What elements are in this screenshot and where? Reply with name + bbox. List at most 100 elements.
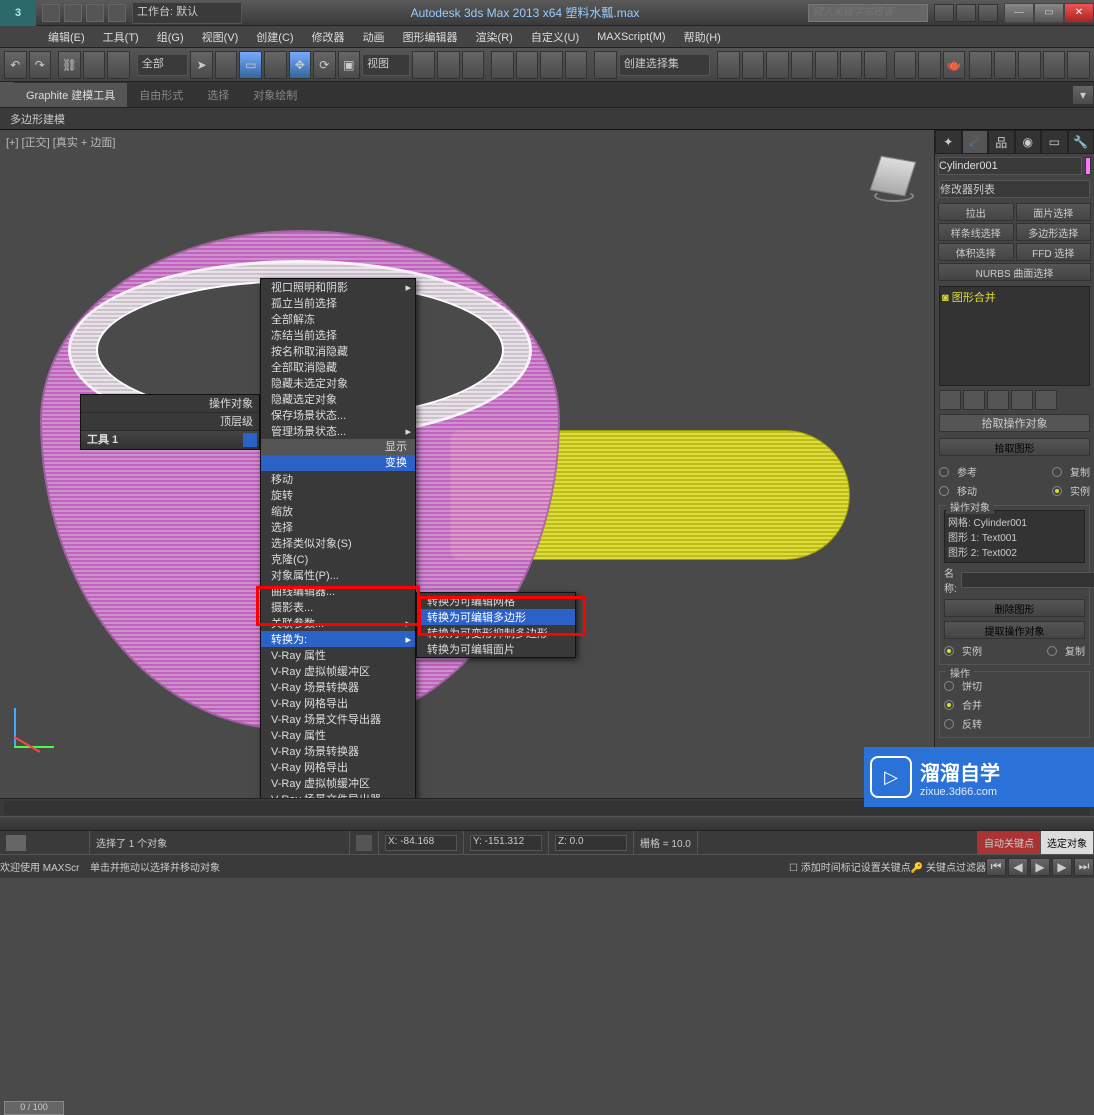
pivot-icon[interactable] bbox=[412, 51, 435, 79]
nav-next-icon[interactable]: ▶ bbox=[1052, 858, 1072, 876]
select-name-icon[interactable] bbox=[215, 51, 238, 79]
menu-customize[interactable]: 自定义(U) bbox=[523, 27, 587, 47]
ctx1-item-manage-state[interactable]: 管理场景状态... bbox=[261, 423, 415, 439]
qat-link-icon[interactable] bbox=[108, 4, 126, 22]
ribbon-tab-freeform[interactable]: 自由形式 bbox=[127, 83, 195, 107]
ctx2-item-rotate[interactable]: 旋转 bbox=[261, 487, 415, 503]
extra2-icon[interactable] bbox=[994, 51, 1017, 79]
ctx2-item-select[interactable]: 选择 bbox=[261, 519, 415, 535]
pick-shape-button[interactable]: 拾取图形 bbox=[939, 438, 1090, 456]
ctx2-item-properties[interactable]: 对象属性(P)... bbox=[261, 567, 415, 583]
ctx2-item-vray-scene-export[interactable]: V-Ray 场景文件导出器 bbox=[261, 711, 415, 727]
extract-button[interactable]: 提取操作对象 bbox=[944, 621, 1085, 639]
ctx2-item-vray-mesh-export[interactable]: V-Ray 网格导出 bbox=[261, 695, 415, 711]
operand-2[interactable]: 图形 2: Text002 bbox=[948, 544, 1081, 559]
material-editor-icon[interactable] bbox=[864, 51, 887, 79]
minimize-button[interactable]: — bbox=[1004, 3, 1034, 23]
timetag-icon[interactable]: ☐ bbox=[789, 863, 798, 874]
nav-prev-icon[interactable]: ◀ bbox=[1008, 858, 1028, 876]
extract-copy[interactable]: 复制 bbox=[1065, 643, 1085, 658]
modifier-stack[interactable]: ◙ 图形合并 bbox=[939, 286, 1090, 386]
move-icon[interactable]: ✥ bbox=[289, 51, 312, 79]
help-icon[interactable] bbox=[978, 4, 998, 22]
op-invert[interactable]: 反转 bbox=[962, 716, 982, 731]
btn-patch-select[interactable]: 面片选择 bbox=[1016, 203, 1092, 221]
coord-x[interactable]: X: -84.168 bbox=[385, 835, 457, 851]
ctx1-item-viewport-lighting[interactable]: 视口照明和阴影 bbox=[261, 279, 415, 295]
tab-create-icon[interactable]: ✦ bbox=[935, 130, 962, 154]
tab-hierarchy-icon[interactable]: 品 bbox=[988, 130, 1015, 154]
tab-utilities-icon[interactable]: 🔧 bbox=[1068, 130, 1094, 154]
curve-editor-icon[interactable] bbox=[815, 51, 838, 79]
keyfilter-button[interactable]: 🔑 关键点过滤器 bbox=[911, 859, 986, 874]
ribbon-tab-paint[interactable]: 对象绘制 bbox=[241, 83, 309, 107]
infocenter-icon[interactable] bbox=[934, 4, 954, 22]
menu-maxscript[interactable]: MAXScript(M) bbox=[589, 29, 673, 45]
ctx2-item-clone[interactable]: 克隆(C) bbox=[261, 551, 415, 567]
ctx1-item-freeze[interactable]: 冻结当前选择 bbox=[261, 327, 415, 343]
qat-undo-icon[interactable] bbox=[64, 4, 82, 22]
track-bar[interactable] bbox=[0, 816, 1094, 830]
ribbon-minimize-icon[interactable]: ▾ bbox=[1072, 85, 1094, 105]
configure-icon[interactable] bbox=[1035, 390, 1057, 410]
btn-spline-select[interactable]: 样条线选择 bbox=[938, 223, 1014, 241]
redo-icon[interactable]: ↷ bbox=[29, 51, 52, 79]
pctsnap-icon[interactable] bbox=[540, 51, 563, 79]
select-rect-icon[interactable]: ▭ bbox=[239, 51, 262, 79]
ctx1-item-unhide-all[interactable]: 全部取消隐藏 bbox=[261, 359, 415, 375]
delete-shape-button[interactable]: 删除图形 bbox=[944, 599, 1085, 617]
undo-icon[interactable]: ↶ bbox=[4, 51, 27, 79]
bind-icon[interactable] bbox=[107, 51, 130, 79]
menu-grapheditors[interactable]: 图形编辑器 bbox=[395, 27, 466, 47]
rollout-pick[interactable]: 拾取操作对象 bbox=[939, 414, 1090, 432]
menu-modifiers[interactable]: 修改器 bbox=[304, 27, 353, 47]
ribbon-grip-icon[interactable] bbox=[0, 82, 14, 107]
btn-nurbs-select[interactable]: NURBS 曲面选择 bbox=[938, 263, 1091, 281]
viewcube[interactable] bbox=[866, 150, 920, 204]
remove-mod-icon[interactable] bbox=[1011, 390, 1033, 410]
ctx2-item-vray-props[interactable]: V-Ray 属性 bbox=[261, 647, 415, 663]
pin-stack-icon[interactable] bbox=[939, 390, 961, 410]
ctx1-item-hide-unsel[interactable]: 隐藏未选定对象 bbox=[261, 375, 415, 391]
extract-instance[interactable]: 实例 bbox=[962, 643, 982, 658]
btn-vol-select[interactable]: 体积选择 bbox=[938, 243, 1014, 261]
ctx1-item-save-state[interactable]: 保存场景状态... bbox=[261, 407, 415, 423]
object-name-input[interactable] bbox=[938, 157, 1082, 175]
show-end-icon[interactable] bbox=[963, 390, 985, 410]
keymode-icon[interactable] bbox=[462, 51, 485, 79]
menu-tools[interactable]: 工具(T) bbox=[95, 27, 147, 47]
ctx1-item-unfreeze-all[interactable]: 全部解冻 bbox=[261, 311, 415, 327]
align-icon[interactable] bbox=[742, 51, 765, 79]
setkey-button[interactable]: 设置关键点 bbox=[861, 859, 911, 874]
selection-filter-dropdown[interactable]: 全部 bbox=[137, 54, 189, 76]
viewport[interactable]: [+] [正交] [真实 + 边面] 操作对象 顶层级 工具 1 视口照明和阴影… bbox=[0, 130, 934, 798]
snap-icon[interactable] bbox=[491, 51, 514, 79]
operand-name-input[interactable] bbox=[961, 572, 1094, 588]
ctx2-item-vray-vfb2[interactable]: V-Ray 虚拟帧缓冲区 bbox=[261, 775, 415, 791]
opt-instance[interactable]: 实例 bbox=[1070, 483, 1090, 498]
time-handle[interactable]: 0 / 100 bbox=[4, 1101, 64, 1115]
ctx2-item-vray-props2[interactable]: V-Ray 属性 bbox=[261, 727, 415, 743]
render-setup-icon[interactable] bbox=[894, 51, 917, 79]
stack-shapemerge[interactable]: ◙ 图形合并 bbox=[942, 289, 1087, 305]
render-icon[interactable]: 🫖 bbox=[943, 51, 966, 79]
extra4-icon[interactable] bbox=[1043, 51, 1066, 79]
editnamedsel-icon[interactable] bbox=[594, 51, 617, 79]
close-button[interactable]: ✕ bbox=[1064, 3, 1094, 23]
selkey-dropdown[interactable]: 选定对象 bbox=[1041, 831, 1094, 854]
app-logo[interactable]: 3 bbox=[0, 0, 36, 26]
qat-redo-icon[interactable] bbox=[86, 4, 104, 22]
render-frame-icon[interactable] bbox=[918, 51, 941, 79]
menu-rendering[interactable]: 渲染(R) bbox=[468, 27, 521, 47]
operand-0[interactable]: 网格: Cylinder001 bbox=[948, 514, 1081, 529]
opt-copy[interactable]: 复制 bbox=[1070, 464, 1090, 479]
manip-icon[interactable] bbox=[437, 51, 460, 79]
maxscript-toggle-icon[interactable] bbox=[6, 835, 26, 851]
btn-poly-select[interactable]: 多边形选择 bbox=[1016, 223, 1092, 241]
menu-group[interactable]: 组(G) bbox=[149, 27, 192, 47]
opt-move[interactable]: 移动 bbox=[957, 483, 977, 498]
ctx2-item-vray-scene-export2[interactable]: V-Ray 场景文件导出器 bbox=[261, 791, 415, 798]
operands-list[interactable]: 网格: Cylinder001 图形 1: Text001 图形 2: Text… bbox=[944, 510, 1085, 563]
ctx1-item-isolate[interactable]: 孤立当前选择 bbox=[261, 295, 415, 311]
layers-icon[interactable] bbox=[766, 51, 789, 79]
